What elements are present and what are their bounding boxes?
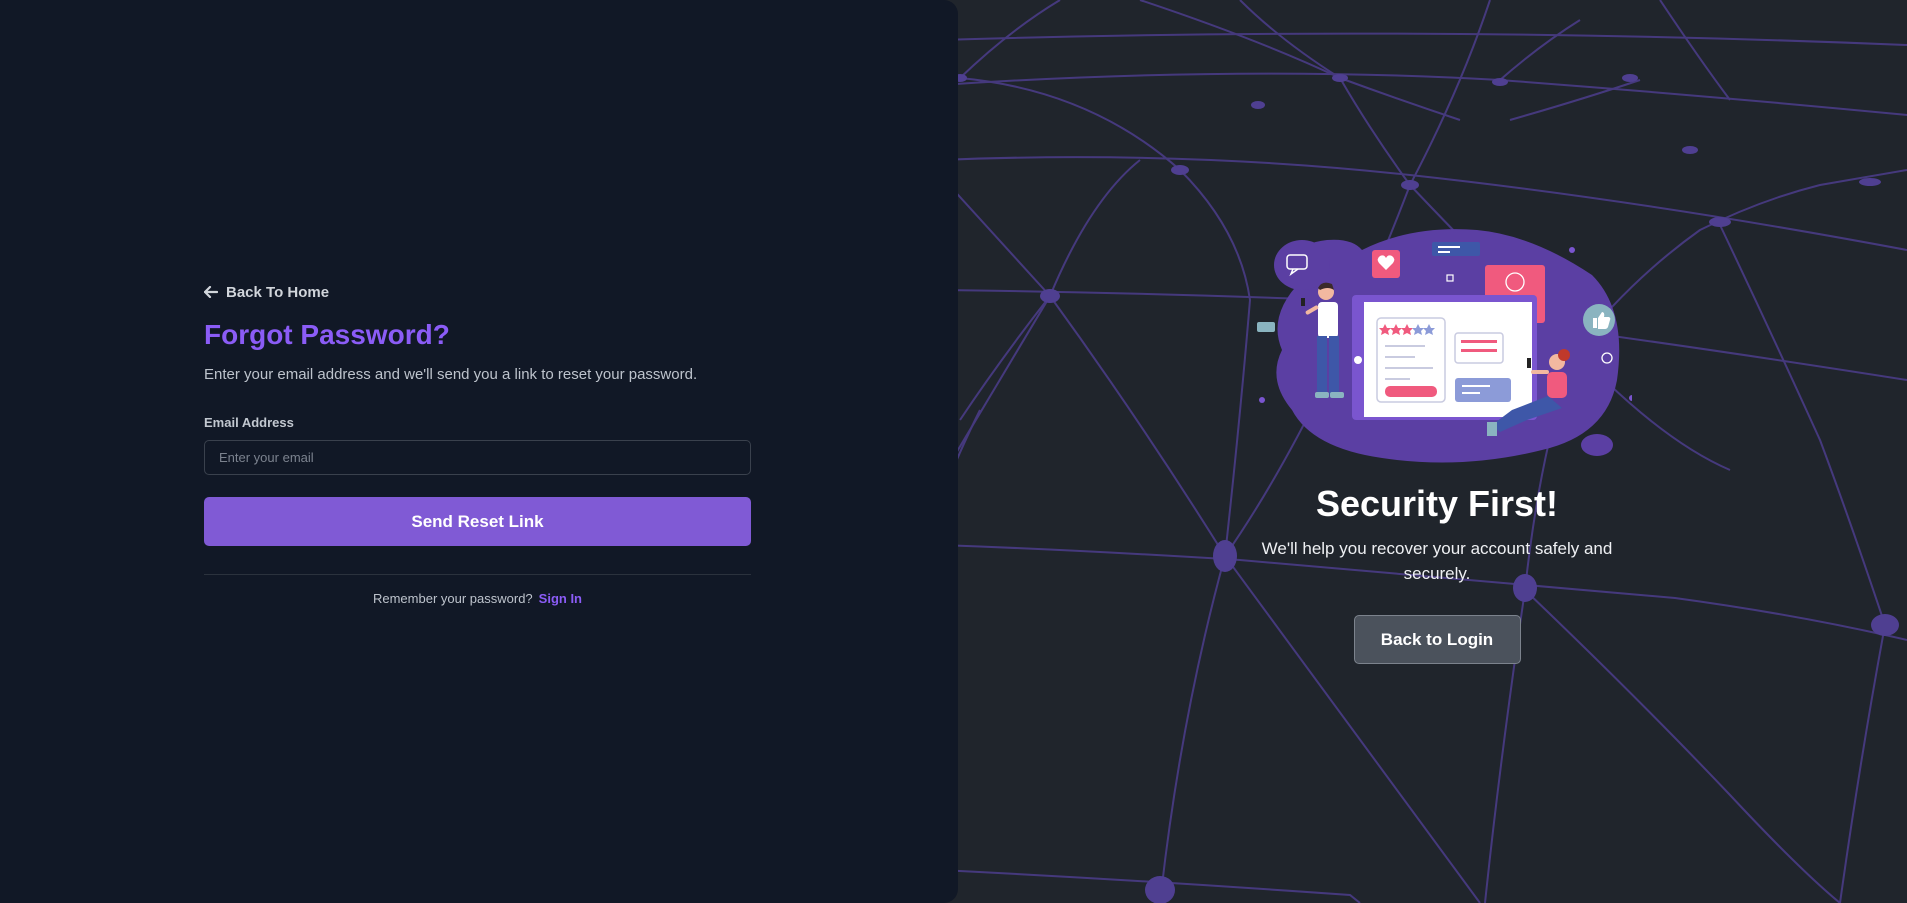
sign-in-link[interactable]: Sign In (539, 591, 582, 606)
page-title: Forgot Password? (204, 319, 450, 350)
email-label: Email Address (204, 415, 294, 430)
left-panel: Back To Home Forgot Password? Enter your… (0, 0, 958, 903)
reset-form: Back To Home Forgot Password? Enter your… (204, 282, 751, 606)
forgot-password-page: Back To Home Forgot Password? Enter your… (0, 0, 1907, 903)
back-to-login-button[interactable]: Back to Login (1353, 615, 1521, 664)
remember-text: Remember your password? (372, 591, 533, 606)
right-content: Security First! We'll help you recover y… (1225, 220, 1649, 664)
email-field[interactable] (204, 440, 751, 475)
security-illustration (1257, 229, 1632, 463)
back-to-home-link[interactable]: Back To Home (204, 282, 751, 302)
arrow-left-icon (204, 286, 218, 298)
remember-row: Remember your password? Sign In (204, 591, 751, 606)
right-title: Security First! (1315, 483, 1559, 524)
send-reset-link-button[interactable]: Send Reset Link (204, 497, 751, 546)
back-to-home-label: Back To Home (226, 283, 330, 301)
right-subtitle: We'll help you recover your account safe… (1261, 539, 1613, 583)
divider (204, 574, 751, 575)
page-subtitle: Enter your email address and we'll send … (204, 366, 698, 383)
